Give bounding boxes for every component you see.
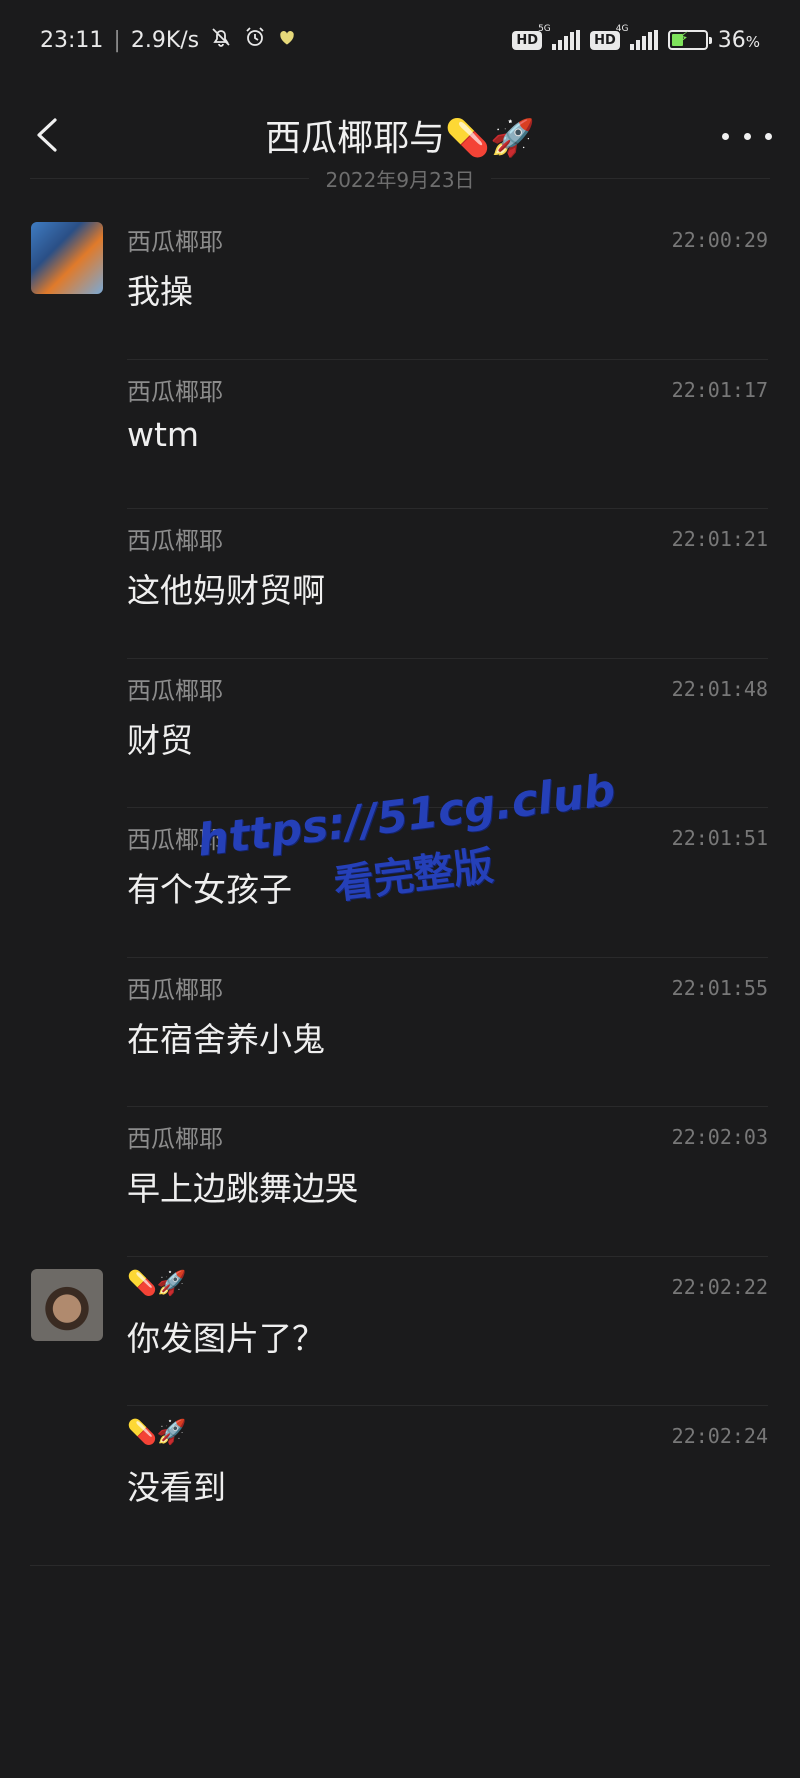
message-item[interactable]: 西瓜椰耶 22:01:21 这他妈财贸啊 bbox=[0, 509, 800, 659]
sender-name: 西瓜椰耶 bbox=[127, 527, 223, 555]
message-time: 22:01:51 bbox=[671, 826, 768, 850]
network-type-label: 4G bbox=[615, 24, 629, 34]
sender-name: 西瓜椰耶 bbox=[127, 975, 223, 1004]
message-time: 22:01:21 bbox=[671, 527, 768, 551]
list-end-separator bbox=[30, 1565, 770, 1566]
sender-name: 西瓜椰耶 bbox=[127, 228, 223, 256]
message-text[interactable]: wtm bbox=[127, 415, 199, 454]
message-item[interactable]: 西瓜椰耶 22:01:17 wtm bbox=[0, 360, 800, 509]
charging-icon: ⚡ bbox=[677, 28, 689, 47]
message-item[interactable]: 💊🚀 22:02:22 你发图片了？ bbox=[0, 1257, 800, 1406]
more-options-button[interactable] bbox=[722, 118, 772, 154]
bell-off-icon bbox=[209, 25, 233, 55]
message-text[interactable]: 没看到 bbox=[127, 1461, 226, 1509]
avatar[interactable] bbox=[31, 222, 103, 294]
message-time: 22:02:03 bbox=[671, 1125, 768, 1149]
divider-line bbox=[30, 177, 310, 179]
message-item[interactable]: 西瓜椰耶 22:01:55 在宿舍养小鬼 bbox=[0, 958, 800, 1107]
status-bar: 23:11 | 2.9K/s HD 5G HD 4G ⚡ 36% bbox=[0, 0, 800, 80]
chat-title: 西瓜椰耶与💊🚀 bbox=[265, 118, 535, 159]
alarm-icon bbox=[243, 25, 267, 55]
network-type-label: 5G bbox=[538, 24, 551, 34]
message-time: 22:01:17 bbox=[671, 377, 768, 402]
message-time: 22:02:24 bbox=[671, 1424, 768, 1448]
network-speed: 2.9K/s bbox=[130, 27, 200, 53]
divider-line bbox=[490, 177, 771, 179]
message-item[interactable]: 西瓜椰耶 22:01:48 财贸 bbox=[0, 659, 800, 808]
sender-name: 💊🚀 bbox=[127, 1418, 187, 1446]
sender-name: 西瓜椰耶 bbox=[127, 377, 223, 406]
sender-name: 西瓜椰耶 bbox=[127, 676, 223, 705]
message-text[interactable]: 这他妈财贸啊 bbox=[127, 564, 325, 612]
date-label: 2022年9月23日 bbox=[325, 167, 475, 192]
avatar[interactable] bbox=[31, 1268, 103, 1341]
signal-5g-icon: 5G bbox=[538, 24, 581, 50]
message-item[interactable]: 西瓜椰耶 22:00:29 我操 bbox=[0, 210, 800, 360]
message-time: 22:00:29 bbox=[671, 228, 768, 252]
chevron-left-icon bbox=[37, 118, 57, 152]
message-text[interactable]: 早上边跳舞边哭 bbox=[127, 1162, 358, 1210]
status-divider: | bbox=[113, 27, 121, 53]
message-time: 22:02:22 bbox=[671, 1274, 768, 1299]
message-time: 22:01:55 bbox=[671, 975, 768, 1000]
message-item[interactable]: 💊🚀 22:02:24 没看到 bbox=[0, 1406, 800, 1556]
message-text[interactable]: 财贸 bbox=[127, 714, 193, 762]
message-item[interactable]: 西瓜椰耶 22:02:03 早上边跳舞边哭 bbox=[0, 1107, 800, 1257]
clock: 23:11 bbox=[40, 27, 104, 53]
back-button[interactable] bbox=[22, 110, 72, 160]
status-right: HD 5G HD 4G ⚡ 36% bbox=[512, 24, 760, 53]
sender-name: 西瓜椰耶 bbox=[127, 1125, 223, 1153]
message-text[interactable]: 你发图片了？ bbox=[127, 1312, 325, 1360]
sender-name: 💊🚀 bbox=[127, 1268, 187, 1297]
heart-icon bbox=[277, 27, 297, 53]
message-text[interactable]: 我操 bbox=[127, 265, 193, 313]
message-text[interactable]: 在宿舍养小鬼 bbox=[127, 1013, 325, 1061]
battery-icon: ⚡ bbox=[667, 28, 712, 50]
battery-percent: 36% bbox=[717, 27, 760, 53]
signal-4g-icon: 4G bbox=[616, 24, 658, 50]
more-dots-icon bbox=[722, 132, 729, 140]
date-divider: 2022年9月23日 bbox=[30, 160, 771, 196]
status-left: 23:11 | 2.9K/s bbox=[40, 25, 297, 55]
message-time: 22:01:48 bbox=[671, 676, 768, 701]
